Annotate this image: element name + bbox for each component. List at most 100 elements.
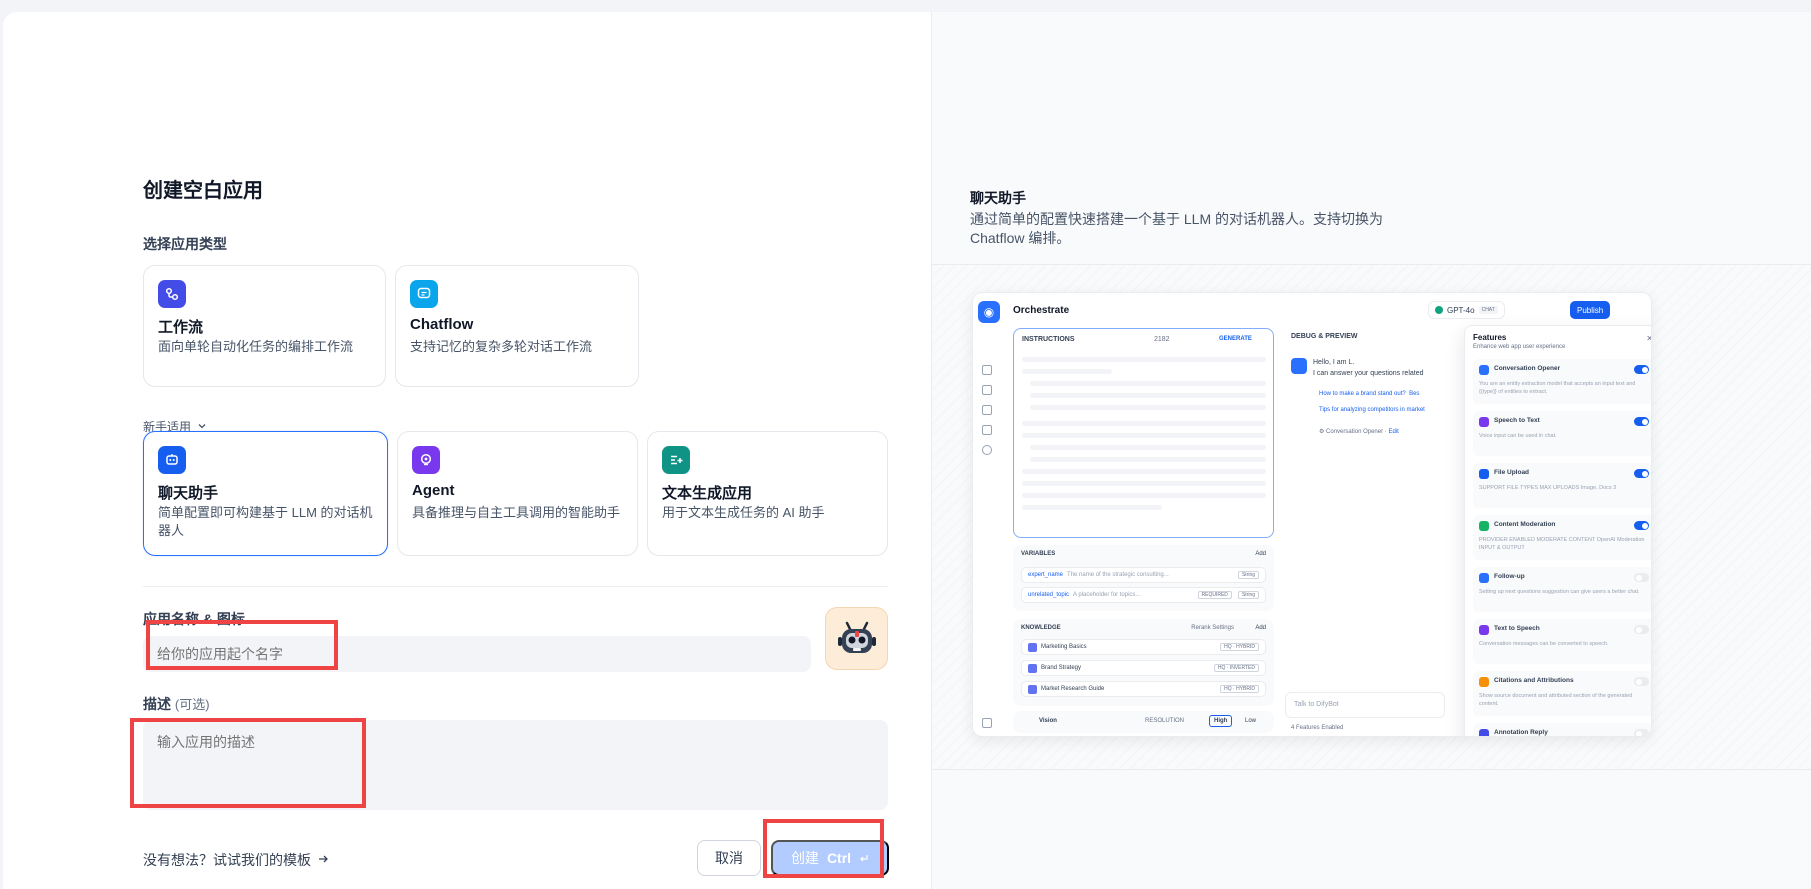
- mock-var-row: expert_name The name of the strategic co…: [1021, 567, 1266, 583]
- app-icon-picker[interactable]: [825, 607, 888, 670]
- mock-knowledge-title: KNOWLEDGE: [1021, 625, 1061, 631]
- app-type-chatflow[interactable]: Chatflow 支持记忆的复杂多轮对话工作流: [395, 265, 639, 387]
- cancel-button[interactable]: 取消: [697, 840, 761, 876]
- nav-icon: [982, 385, 992, 395]
- preview-screenshot: ◉ Orchestrate GPT-4o CHAT Publish INSTRU…: [972, 292, 1652, 737]
- feature-icon: [1479, 417, 1489, 427]
- mock-feature-item: Speech to Text Voice input can be used in…: [1473, 411, 1651, 456]
- close-icon: ✕: [1646, 334, 1651, 343]
- feature-name: Annotation Reply: [1494, 729, 1548, 736]
- mock-opener: ⚙ Conversation Opener · Edit: [1319, 429, 1399, 435]
- mock-rerank: Rerank Settings: [1191, 625, 1234, 631]
- mock-feature-item: Annotation Reply: [1473, 723, 1651, 736]
- app-type-workflow[interactable]: 工作流 面向单轮自动化任务的编排工作流: [143, 265, 386, 387]
- mock-knowledge: KNOWLEDGE Rerank Settings Add Marketing …: [1013, 619, 1274, 706]
- annotation-box-create: [763, 819, 884, 878]
- feature-toggle: [1634, 573, 1649, 582]
- feature-icon: [1479, 521, 1489, 531]
- nav-icon: [982, 405, 992, 415]
- mock-vision-title: Vision: [1039, 718, 1057, 724]
- app-type-desc: 用于文本生成任务的 AI 助手: [662, 505, 825, 520]
- feature-icon: [1479, 625, 1489, 635]
- template-link[interactable]: 没有想法？试试我们的模板: [143, 850, 329, 870]
- feature-toggle: [1634, 521, 1649, 530]
- app-type-name: Chatflow: [410, 316, 474, 333]
- app-type-name: 文本生成应用: [662, 485, 753, 502]
- mock-debug-title: DEBUG & PREVIEW: [1291, 333, 1358, 340]
- mock-char-count: 2182: [1154, 336, 1170, 343]
- mock-model-selector: GPT-4o CHAT: [1428, 301, 1505, 319]
- chatflow-icon: [410, 280, 438, 308]
- feature-toggle: [1634, 365, 1649, 374]
- feature-desc: Voice input can be used in chat.: [1479, 433, 1557, 439]
- chatbot-icon: [158, 446, 186, 474]
- feature-toggle: [1634, 417, 1649, 426]
- feature-name: Content Moderation: [1494, 521, 1556, 528]
- mock-high: High: [1209, 715, 1233, 727]
- app-type-name: 聊天助手: [158, 485, 219, 502]
- feature-icon: [1479, 677, 1489, 687]
- mock-feature-item: Conversation Opener You are an entity ext…: [1473, 359, 1651, 404]
- app-type-name: 工作流: [158, 319, 204, 336]
- mock-var-row: unrelated_topic A placeholder for topics…: [1021, 587, 1266, 603]
- app-type-desc: 支持记忆的复杂多轮对话工作流: [410, 339, 593, 354]
- desc-optional: (可选): [174, 697, 210, 712]
- mock-features-sub: Enhance web app user experience: [1473, 344, 1566, 350]
- mock-vision: Vision RESOLUTION High Low: [1013, 711, 1274, 733]
- bot-avatar-icon: [1291, 358, 1307, 374]
- mock-instructions: INSTRUCTIONS 2182 GENERATE: [1013, 328, 1274, 538]
- app-type-chatbot[interactable]: 聊天助手 简单配置即可构建基于 LLM 的对话机器人: [143, 431, 388, 556]
- feature-desc: SUPPORT FILE TYPES MAX UPLOADS Image, Do…: [1479, 485, 1617, 491]
- divider: [143, 586, 888, 587]
- mock-features-enabled: 4 Features Enabled: [1291, 725, 1344, 731]
- mock-kb-row: Marketing Basics HQ · HYBRID: [1021, 639, 1266, 655]
- mock-greeting: Hello, I am L. I can answer your questio…: [1313, 359, 1424, 377]
- mock-header: Orchestrate: [1013, 305, 1070, 316]
- mock-model-name: GPT-4o: [1447, 305, 1475, 315]
- bot-logo-icon: ◉: [978, 301, 1000, 323]
- mock-feature-item: Text to Speech Conversation messages can …: [1473, 619, 1651, 664]
- feature-icon: [1479, 365, 1489, 375]
- mock-low: Low: [1245, 718, 1257, 724]
- feature-name: File Upload: [1494, 469, 1530, 476]
- mock-features-title: Features: [1473, 333, 1507, 342]
- mock-variables-title: VARIABLES: [1021, 551, 1056, 557]
- feature-icon: [1479, 469, 1489, 479]
- app-type-desc: 简单配置即可构建基于 LLM 的对话机器人: [158, 505, 373, 538]
- feature-toggle: [1634, 729, 1649, 736]
- template-link-text: 没有想法？试试我们的模板: [143, 852, 311, 868]
- arrow-right-icon: [317, 852, 329, 868]
- feature-desc: Setting up next questions suggestion can…: [1479, 589, 1640, 595]
- feature-desc: PROVIDER ENABLED MODERATE CONTENT OpenAI…: [1479, 537, 1645, 551]
- openai-icon: [1435, 306, 1443, 314]
- robot-icon: [837, 621, 876, 653]
- workflow-icon: [158, 280, 186, 308]
- mock-resolution: RESOLUTION: [1145, 718, 1185, 724]
- create-app-panel: 创建空白应用 选择应用类型 工作流 面向单轮自动化任务的编排工作流 Chatfl…: [3, 12, 1811, 889]
- feature-desc: Conversation messages can be converted t…: [1479, 641, 1609, 647]
- mock-generate: GENERATE: [1219, 336, 1252, 342]
- preview-pane: 聊天助手 通过简单的配置快速搭建一个基于 LLM 的对话机器人。支持切换为 Ch…: [931, 12, 1811, 889]
- mock-add: Add: [1255, 625, 1266, 631]
- app-type-desc: 具备推理与自主工具调用的智能助手: [412, 505, 621, 520]
- nav-icon: [982, 425, 992, 435]
- feature-name: Follow-up: [1494, 573, 1525, 580]
- feature-toggle: [1634, 469, 1649, 478]
- mock-kb-row: Market Research Guide HQ · HYBRID: [1021, 681, 1266, 697]
- form-pane: 创建空白应用 选择应用类型 工作流 面向单轮自动化任务的编排工作流 Chatfl…: [3, 12, 931, 889]
- feature-icon: [1479, 729, 1489, 736]
- mock-feature-item: File Upload SUPPORT FILE TYPES MAX UPLOAD…: [1473, 463, 1651, 508]
- mock-feature-item: Follow-up Setting up next questions sugge…: [1473, 567, 1651, 612]
- app-type-agent[interactable]: Agent 具备推理与自主工具调用的智能助手: [397, 431, 638, 556]
- app-type-desc: 面向单轮自动化任务的编排工作流: [158, 339, 354, 354]
- text-gen-icon: [662, 446, 690, 474]
- mock-suggestion: How to make a brand stand out? Bes: [1319, 391, 1420, 397]
- feature-name: Speech to Text: [1494, 417, 1540, 424]
- nav-icon: [982, 365, 992, 375]
- preview-title: 聊天助手: [970, 190, 1026, 206]
- mock-suggestion: Tips for analyzing competitors in market: [1319, 407, 1425, 413]
- mock-variables: VARIABLES Add expert_name The name of th…: [1013, 545, 1274, 611]
- annotation-box-description: [130, 718, 366, 808]
- mock-features-panel: Features Enhance web app user experience…: [1464, 325, 1651, 736]
- app-type-text-generation[interactable]: 文本生成应用 用于文本生成任务的 AI 助手: [647, 431, 888, 556]
